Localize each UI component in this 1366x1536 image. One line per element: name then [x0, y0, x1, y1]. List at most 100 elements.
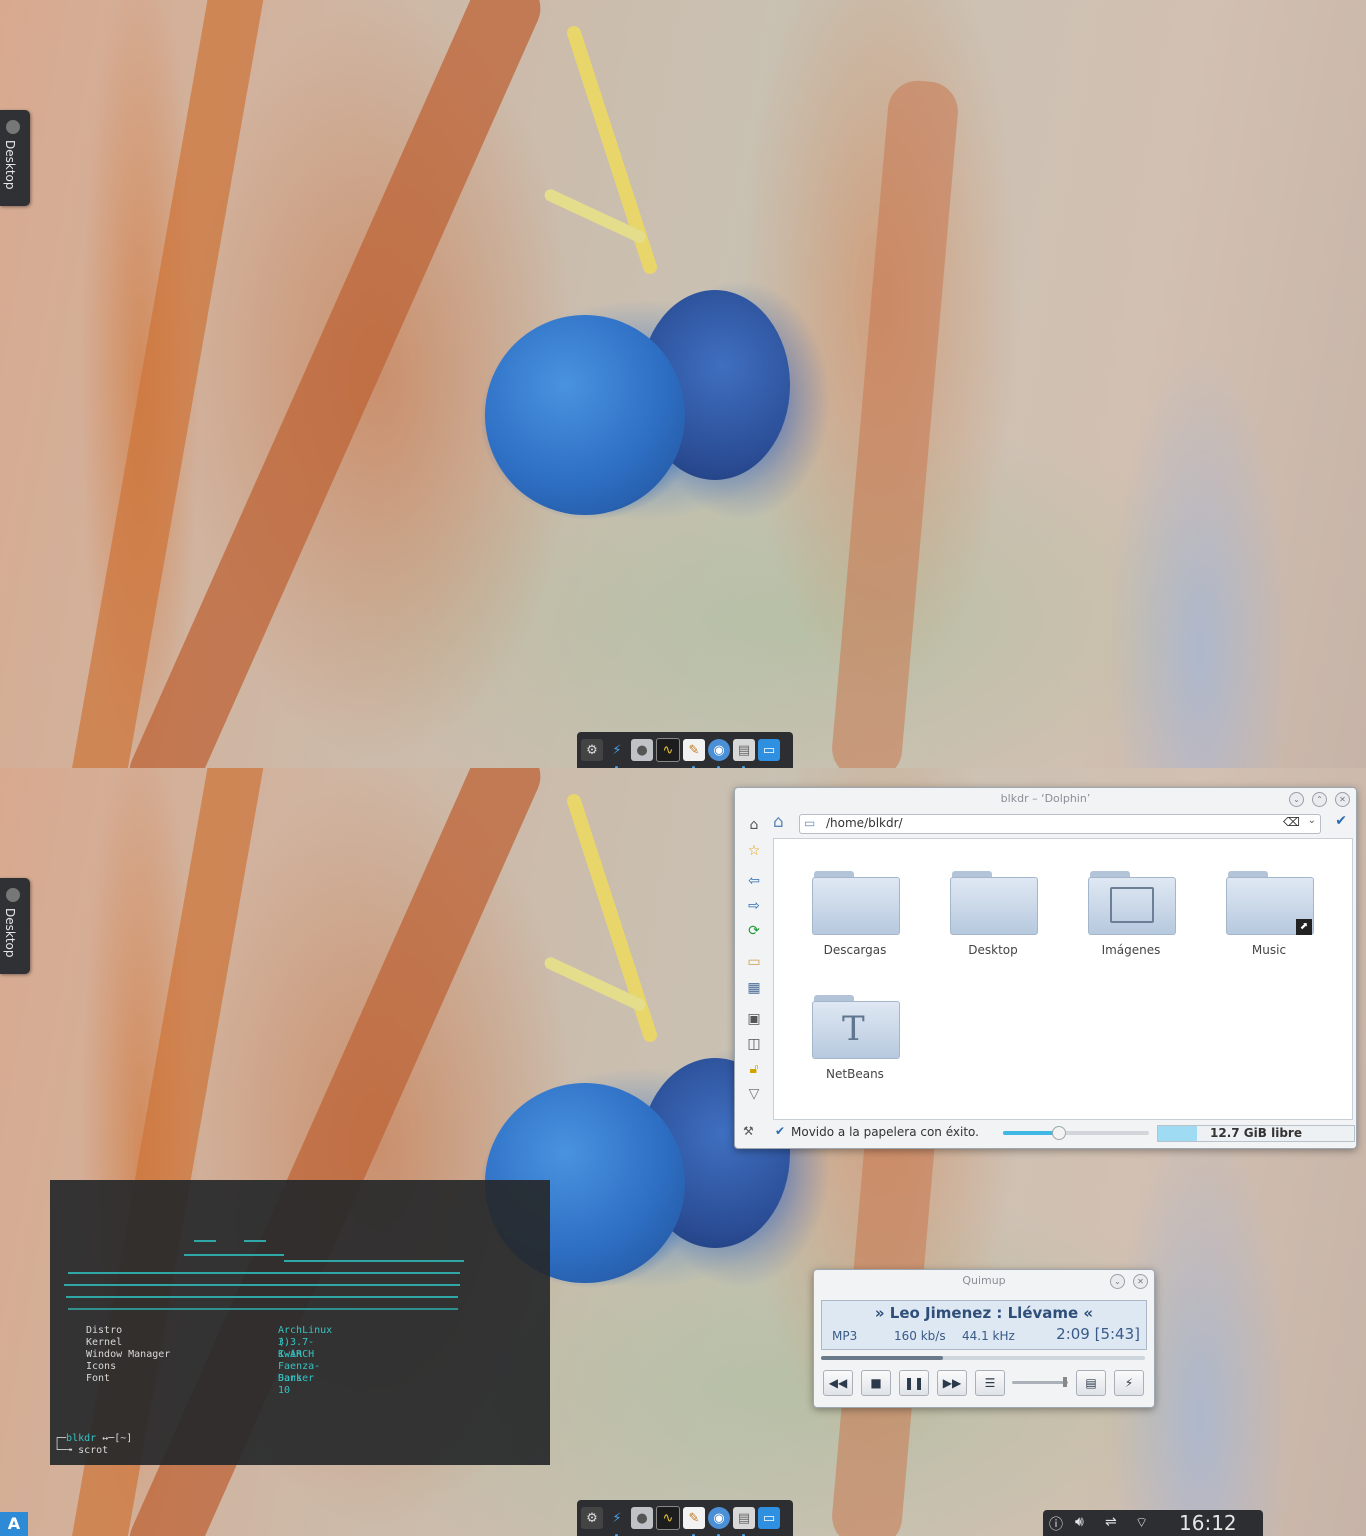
desktop-icon[interactable]: ▭	[758, 739, 780, 761]
info-key: Distro	[86, 1325, 123, 1336]
desktop-screen-top: Desktop ⚙ ⚡ ● ∿ ✎ ◉ ▤ ▭	[0, 0, 1366, 768]
minimize-button[interactable]: ⌄	[1289, 792, 1304, 807]
desktop-tab-label: Desktop	[3, 140, 17, 190]
checkmark-icon: ✔	[775, 1124, 786, 1138]
lightning-icon[interactable]: ⚡	[606, 1507, 628, 1536]
quimup-window: Quimup ⌄ ✕ » Leo Jimenez : Llévame « MP3…	[813, 1269, 1155, 1408]
system-monitor-icon[interactable]: ∿	[656, 738, 680, 762]
zoom-slider-handle[interactable]	[1052, 1126, 1067, 1140]
library-button[interactable]: ▤	[1076, 1370, 1106, 1396]
playback-progress-fill	[821, 1356, 943, 1360]
folder-item[interactable]: Descargas	[800, 867, 910, 957]
close-button[interactable]: ✕	[1133, 1274, 1148, 1289]
info-key: Icons	[86, 1361, 117, 1372]
track-format: MP3	[832, 1329, 858, 1343]
connect-button[interactable]: ⚡	[1114, 1370, 1144, 1396]
info-key: Font	[86, 1373, 111, 1384]
zoom-slider[interactable]	[1003, 1126, 1149, 1140]
rewind-icon: ◀◀	[828, 1376, 848, 1390]
desktop-activity-tab[interactable]: Desktop	[0, 110, 30, 206]
text-editor-icon[interactable]: ✎	[683, 1507, 705, 1536]
zoom-slider-fill	[1003, 1131, 1059, 1135]
checkmark-icon[interactable]: ✔	[1335, 813, 1347, 829]
track-time: 2:09 [5:43]	[1056, 1325, 1140, 1343]
maximize-button[interactable]: ⌃	[1312, 792, 1327, 807]
window-title: blkdr – ‘Dolphin’	[1000, 792, 1091, 805]
clock[interactable]: 16:12	[1179, 1511, 1237, 1535]
moon-icon	[6, 888, 20, 902]
desktop-activity-tab[interactable]: Desktop	[0, 878, 30, 974]
next-button[interactable]: ▶▶	[937, 1370, 967, 1396]
home-icon[interactable]: ⌂	[745, 816, 763, 834]
star-icon[interactable]: ☆	[745, 842, 763, 860]
info-value: Kwin	[278, 1349, 303, 1360]
view-mode-icon[interactable]: ▦	[745, 979, 763, 997]
netbeans-folder-icon: T	[812, 991, 900, 1059]
filter-icon[interactable]: ▽	[745, 1085, 763, 1103]
minimize-button[interactable]: ⌄	[1110, 1274, 1125, 1289]
folder-item[interactable]: T NetBeans	[800, 991, 910, 1081]
settings-icon[interactable]: ⚙	[581, 739, 603, 761]
info-row: Distro ArchLinux ()	[86, 1325, 332, 1348]
chevron-down-icon[interactable]: ⌄	[1308, 815, 1316, 826]
new-folder-icon[interactable]: ▭	[745, 953, 763, 971]
volume-slider[interactable]	[1012, 1377, 1068, 1387]
folder-icon: ▭	[804, 816, 816, 830]
window-titlebar[interactable]: blkdr – ‘Dolphin’ ⌄ ⌃ ✕	[735, 788, 1356, 810]
folder-icon: ⬈	[1226, 867, 1314, 935]
info-icon[interactable]: ⓘ	[1049, 1514, 1063, 1534]
home-icon[interactable]: ⌂	[773, 812, 784, 832]
desktop-icon[interactable]: ▭	[758, 1507, 780, 1529]
back-arrow-icon[interactable]: ⇦	[745, 872, 763, 890]
location-input[interactable]: ▭ /home/blkdr/ ⌫ ⌄	[799, 814, 1321, 834]
lightning-icon[interactable]: ⚡	[606, 739, 628, 768]
disc-icon[interactable]: ●	[631, 739, 653, 761]
track-samplerate: 44.1 kHz	[962, 1329, 1015, 1343]
folder-icon	[812, 867, 900, 935]
folder-label: Imágenes	[1101, 943, 1161, 957]
wifi-icon[interactable]: ⌔	[1135, 1514, 1148, 1532]
split-view-icon[interactable]: ◫	[745, 1035, 763, 1053]
playback-progress[interactable]	[821, 1356, 1145, 1360]
system-monitor-icon[interactable]: ∿	[656, 1506, 680, 1530]
folder-item[interactable]: ⬈ Music	[1214, 867, 1324, 957]
volume-slider-handle[interactable]	[1063, 1377, 1068, 1387]
prompt-path: [~]	[114, 1433, 133, 1444]
stop-button[interactable]: ■	[861, 1370, 891, 1396]
pause-icon: ❚❚	[903, 1376, 925, 1390]
usb-icon[interactable]: ⇌	[1105, 1514, 1117, 1530]
clear-icon[interactable]: ⌫	[1283, 815, 1300, 829]
folder-label: Descargas	[823, 943, 887, 957]
volume-icon[interactable]: 🔊︎	[1075, 1514, 1084, 1530]
reload-icon[interactable]: ⟳	[745, 922, 763, 940]
playlist-button[interactable]: ☰	[975, 1370, 1005, 1396]
chromium-icon[interactable]: ◉	[708, 739, 730, 768]
previous-button[interactable]: ◀◀	[823, 1370, 853, 1396]
disc-icon[interactable]: ●	[631, 1507, 653, 1529]
info-value: Sans 10	[278, 1373, 303, 1396]
folder-item[interactable]: Imágenes	[1076, 867, 1186, 957]
close-button[interactable]: ✕	[1335, 792, 1350, 807]
settings-icon[interactable]: ⚙	[581, 1507, 603, 1529]
lock-icon[interactable]: 🔓︎	[745, 1060, 763, 1078]
folder-item[interactable]: Desktop	[938, 867, 1048, 957]
library-icon: ▤	[1085, 1376, 1097, 1390]
track-bitrate: 160 kb/s	[894, 1329, 946, 1343]
window-titlebar[interactable]: Quimup ⌄ ✕	[814, 1270, 1154, 1292]
preview-icon[interactable]: ▣	[745, 1010, 763, 1028]
text-editor-icon[interactable]: ✎	[683, 739, 705, 768]
free-space-text: 12.7 GiB libre	[1210, 1126, 1302, 1140]
folder-icon	[950, 867, 1038, 935]
window-title: Quimup	[962, 1274, 1006, 1287]
arch-launcher-icon[interactable]: A	[0, 1512, 28, 1536]
file-manager-icon[interactable]: ▤	[733, 739, 755, 768]
dolphin-window: blkdr – ‘Dolphin’ ⌄ ⌃ ✕ ⌂ ☆ ⇦ ⇨ ⟳ ▭ ▦ ▣ …	[734, 787, 1357, 1149]
chromium-icon[interactable]: ◉	[708, 1507, 730, 1536]
fast-forward-icon: ▶▶	[942, 1376, 962, 1390]
tools-icon[interactable]: ⚒	[743, 1124, 754, 1138]
address-bar: ⌂ ▭ /home/blkdr/ ⌫ ⌄ ✔	[769, 812, 1351, 834]
forward-arrow-icon[interactable]: ⇨	[745, 897, 763, 915]
file-manager-icon[interactable]: ▤	[733, 1507, 755, 1536]
terminal-window[interactable]: Distro ArchLinux () Kernel 3.3.7-1-ARCH …	[50, 1180, 550, 1465]
pause-button[interactable]: ❚❚	[899, 1370, 929, 1396]
